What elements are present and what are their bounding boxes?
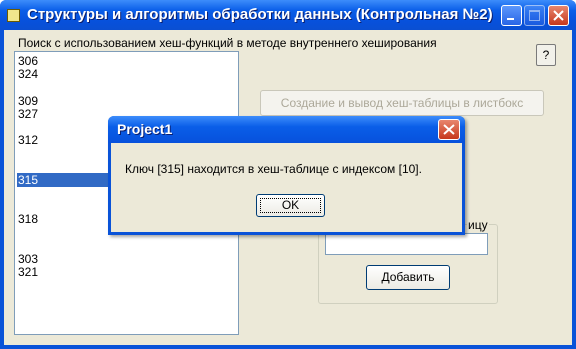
- group-caption: Поиск с использованием хеш-функций в мет…: [18, 36, 437, 50]
- message-dialog: Project1 Ключ [315] находится в хеш-табл…: [108, 116, 465, 235]
- search-group-caption: ицу: [467, 218, 489, 232]
- window-title: Структуры и алгоритмы обработки данных (…: [27, 6, 493, 23]
- focus-rect: [260, 198, 321, 213]
- key-input[interactable]: [325, 233, 488, 255]
- list-item[interactable]: 324: [17, 67, 237, 81]
- list-item[interactable]: [17, 239, 237, 253]
- close-icon: [553, 10, 564, 21]
- add-button[interactable]: Добавить: [366, 265, 450, 290]
- minimize-icon: [507, 18, 514, 20]
- list-item[interactable]: [17, 80, 237, 94]
- close-button[interactable]: [548, 5, 569, 26]
- dialog-body: Ключ [315] находится в хеш-таблице с инд…: [111, 143, 462, 232]
- title-bar[interactable]: Структуры и алгоритмы обработки данных (…: [0, 0, 576, 30]
- list-item[interactable]: 303: [17, 252, 237, 266]
- ok-button[interactable]: OK: [256, 194, 325, 217]
- create-hash-table-button: Создание и вывод хеш-таблицы в листбокс: [260, 90, 544, 116]
- dialog-title: Project1: [117, 121, 173, 137]
- list-item[interactable]: 309: [17, 94, 237, 108]
- minimize-button[interactable]: [501, 5, 522, 26]
- maximize-icon: [529, 10, 540, 21]
- help-button[interactable]: ?: [536, 44, 556, 66]
- close-icon: [443, 124, 455, 135]
- dialog-message: Ключ [315] находится в хеш-таблице с инд…: [125, 162, 422, 176]
- app-icon[interactable]: [7, 9, 20, 22]
- list-item[interactable]: 306: [17, 54, 237, 68]
- maximize-button: [524, 5, 545, 26]
- dialog-close-button[interactable]: [438, 119, 460, 140]
- list-item[interactable]: 321: [17, 265, 237, 279]
- dialog-title-bar[interactable]: Project1: [108, 116, 465, 143]
